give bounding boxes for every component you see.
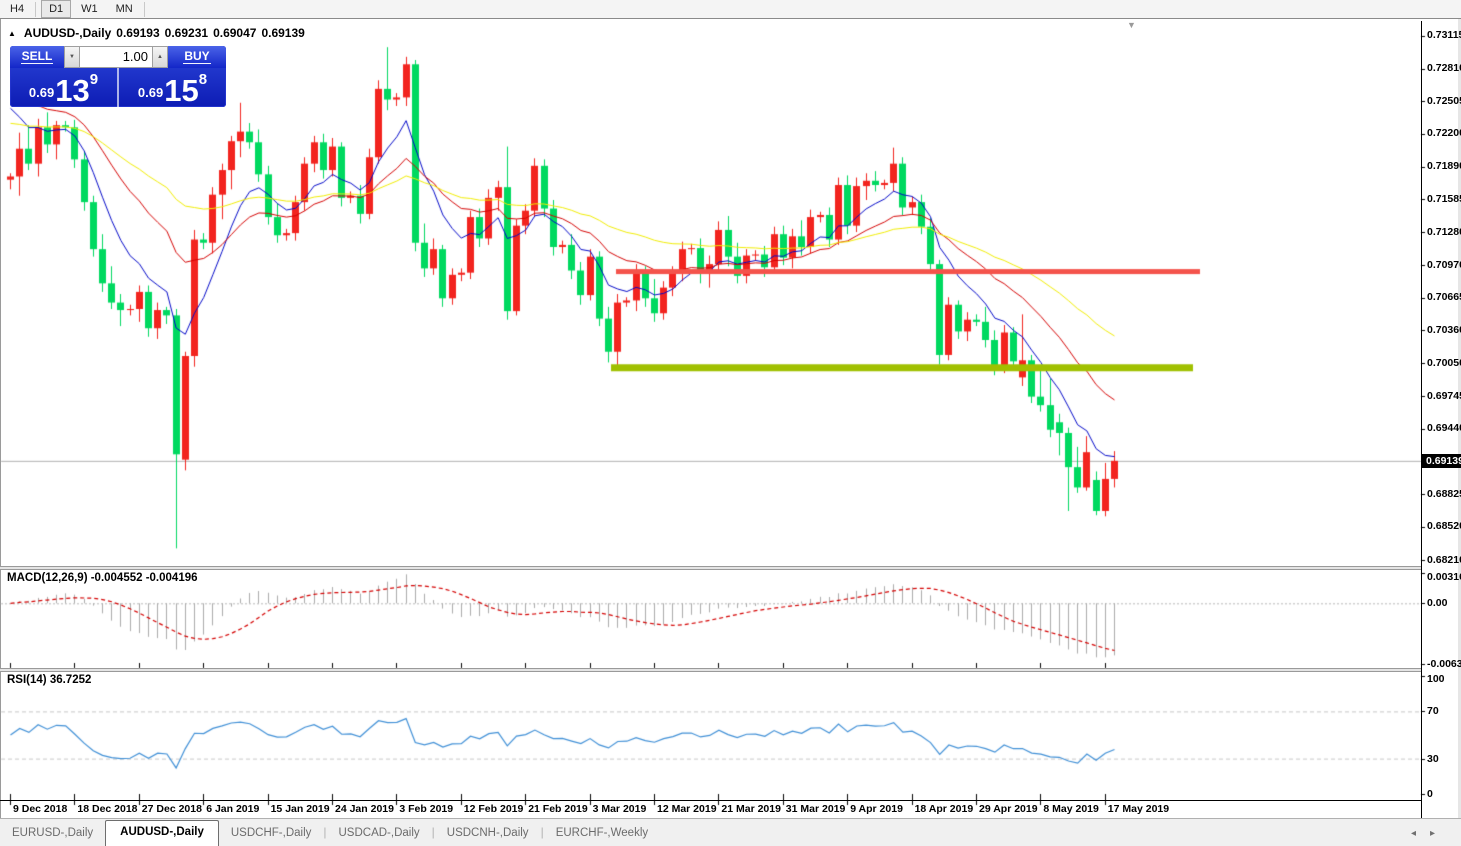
price-tick-label: 0.71280	[1427, 226, 1461, 238]
rsi-tick-label: 0	[1427, 788, 1433, 800]
price-tick-label: 0.68825	[1427, 488, 1461, 500]
price-tick-label: 0.72200	[1427, 127, 1461, 139]
symbol-tab-eurchf[interactable]: EURCHF-,Weekly	[544, 822, 660, 846]
date-tick-label: 27 Dec 2018	[142, 803, 202, 815]
chart-surface[interactable]	[0, 0, 1461, 846]
price-tick-label: 0.70970	[1427, 259, 1461, 271]
price-tick-label: 0.68210	[1427, 554, 1461, 566]
price-tick-label: 0.71585	[1427, 193, 1461, 205]
date-tick-label: 9 Apr 2019	[850, 803, 903, 815]
buy-price-pips: 15	[164, 78, 198, 104]
date-tick-label: 3 Mar 2019	[593, 803, 647, 815]
mt4-window: H4D1W1MN ▲ AUDUSD-,Daily 0.69193 0.69231…	[0, 0, 1461, 846]
macd-tick-label: 0.00	[1427, 597, 1447, 609]
sell-price-pips: 13	[55, 78, 89, 104]
ohlc-low: 0.69047	[213, 26, 256, 40]
tab-scroll-arrows[interactable]: ◂▸	[1411, 828, 1449, 839]
pane-splitter-macd[interactable]	[0, 566, 1421, 570]
symbol-tab-usdchf[interactable]: USDCHF-,Daily	[219, 822, 324, 846]
date-tick-label: 15 Jan 2019	[271, 803, 330, 815]
price-tick-label: 0.70360	[1427, 324, 1461, 336]
sell-price-point: 9	[90, 71, 98, 88]
buy-price-quote[interactable]: 0.69 15 8	[119, 68, 226, 107]
time-axis-border	[0, 800, 1421, 801]
date-tick-label: 9 Dec 2018	[13, 803, 67, 815]
tab-scroll-right-icon: ▸	[1430, 828, 1449, 839]
macd-tick-label: 0.003164	[1427, 571, 1461, 583]
date-tick-label: 21 Feb 2019	[528, 803, 588, 815]
symbol-tab-bar: EURUSD-,DailyAUDUSD-,DailyUSDCHF-,Daily|…	[0, 818, 1461, 846]
date-tick-label: 31 Mar 2019	[786, 803, 846, 815]
symbol-tab-usdcad[interactable]: USDCAD-,Daily	[327, 822, 432, 846]
date-tick-label: 12 Mar 2019	[657, 803, 717, 815]
sell-price-quote[interactable]: 0.69 13 9	[10, 68, 117, 107]
price-tick-label: 0.71890	[1427, 160, 1461, 172]
price-tick-label: 0.70665	[1427, 291, 1461, 303]
date-tick-label: 18 Apr 2019	[915, 803, 974, 815]
date-tick-label: 17 May 2019	[1108, 803, 1169, 815]
chart-ohlc-header: ▲ AUDUSD-,Daily 0.69193 0.69231 0.69047 …	[8, 26, 305, 40]
volume-increase-button[interactable]: ▲	[152, 46, 168, 68]
date-tick-label: 21 Mar 2019	[721, 803, 781, 815]
rsi-tick-label: 100	[1427, 673, 1445, 685]
ohlc-open: 0.69193	[116, 26, 159, 40]
rsi-indicator-label: RSI(14) 36.7252	[7, 674, 91, 686]
macd-indicator-label: MACD(12,26,9) -0.004552 -0.004196	[7, 572, 198, 584]
price-tick-label: 0.69745	[1427, 390, 1461, 402]
price-tick-label: 0.68520	[1427, 520, 1461, 532]
price-axis-border	[1421, 21, 1422, 818]
date-tick-label: 12 Feb 2019	[464, 803, 524, 815]
buy-price-prefix: 0.69	[138, 85, 163, 100]
buy-button-label: BUY	[183, 50, 210, 64]
price-tick-label: 0.73115	[1427, 29, 1461, 41]
collapse-triangle-icon[interactable]: ▲	[8, 29, 16, 38]
price-tick-label: 0.72810	[1427, 62, 1461, 74]
buy-price-point: 8	[199, 71, 207, 88]
ohlc-high: 0.69231	[165, 26, 208, 40]
date-tick-label: 3 Feb 2019	[399, 803, 453, 815]
sell-price-prefix: 0.69	[29, 85, 54, 100]
rsi-tick-label: 30	[1427, 753, 1439, 765]
symbol-tab-eurusd[interactable]: EURUSD-,Daily	[0, 822, 105, 846]
volume-decrease-button[interactable]: ▼	[64, 46, 80, 68]
buy-button[interactable]: BUY	[168, 46, 226, 68]
chart-shift-marker-icon[interactable]: ▼	[1127, 20, 1136, 30]
one-click-trade-panel: SELL ▼ 1.00 ▲ BUY 0.69 13 9 0.69 15 8	[10, 46, 226, 107]
date-tick-label: 29 Apr 2019	[979, 803, 1038, 815]
symbol-tab-usdcnh[interactable]: USDCNH-,Daily	[435, 822, 541, 846]
volume-input[interactable]: 1.00	[80, 46, 152, 68]
tab-scroll-left-icon: ◂	[1411, 828, 1430, 839]
date-tick-label: 24 Jan 2019	[335, 803, 394, 815]
price-tick-label: 0.70050	[1427, 357, 1461, 369]
sell-button-label: SELL	[21, 50, 54, 64]
price-tick-label: 0.72505	[1427, 95, 1461, 107]
date-tick-label: 6 Jan 2019	[206, 803, 259, 815]
date-tick-label: 18 Dec 2018	[77, 803, 137, 815]
pane-splitter-rsi[interactable]	[0, 668, 1421, 672]
date-tick-label: 8 May 2019	[1043, 803, 1098, 815]
current-price-label: 0.69139	[1421, 454, 1461, 468]
sell-button[interactable]: SELL	[10, 46, 64, 68]
ohlc-close: 0.69139	[261, 26, 304, 40]
price-tick-label: 0.69440	[1427, 422, 1461, 434]
chart-symbol-label: AUDUSD-,Daily	[24, 26, 111, 40]
rsi-tick-label: 70	[1427, 705, 1439, 717]
symbol-tab-audusd[interactable]: AUDUSD-,Daily	[105, 820, 219, 846]
macd-tick-label: -0.006317	[1427, 658, 1461, 670]
